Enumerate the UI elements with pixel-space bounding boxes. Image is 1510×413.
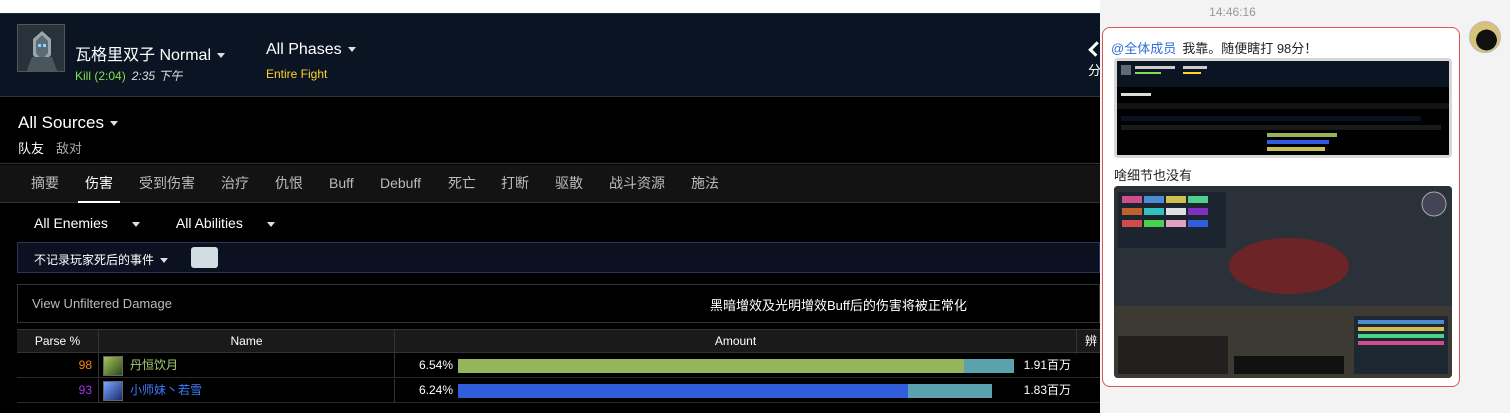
chevron-down-icon <box>347 47 356 53</box>
fight-title: 瓦格里双子 Normal <box>75 47 212 64</box>
screen: 瓦格里双子 Normal Kill (2:04) 2:35 下午 All Phas… <box>0 0 1510 413</box>
fight-selector[interactable]: 瓦格里双子 Normal <box>75 41 226 65</box>
damage-amount: 1.91百万 <box>1023 358 1071 372</box>
source-title: All Sources <box>18 113 104 132</box>
damage-percent: 6.54% <box>418 358 453 372</box>
tab-deaths[interactable]: 死亡 <box>448 165 476 203</box>
kill-time: 2:35 下午 <box>131 69 183 83</box>
player-name[interactable]: 小师妹丶若雪 <box>130 379 202 402</box>
game-thumbnail-art <box>1114 186 1452 378</box>
message-text: @全体成员 我靠。随便瞎打 98分！ <box>1111 38 1317 57</box>
chevron-down-icon <box>131 221 140 227</box>
kill-duration: Kill (2:04) <box>75 69 126 83</box>
message-body: 我靠。随便瞎打 98分！ <box>1182 41 1318 56</box>
enemy-toggle[interactable]: 敌对 <box>56 141 82 156</box>
tab-dispels[interactable]: 驱散 <box>555 165 583 203</box>
source-selector[interactable]: All Sources <box>18 113 118 133</box>
tab-resources[interactable]: 战斗资源 <box>609 165 665 203</box>
filter-row: All Enemies All Abilities <box>34 215 311 231</box>
screenshot-thumbnail-game[interactable] <box>1114 186 1452 378</box>
damage-bar-extra <box>908 384 992 398</box>
message-timestamp: 14:46:16 <box>1209 5 1256 19</box>
tab-interrupts[interactable]: 打断 <box>501 165 529 203</box>
damage-percent: 6.24% <box>418 383 453 397</box>
abilities-filter[interactable]: All Abilities <box>176 215 293 231</box>
spec-icon <box>103 356 123 376</box>
tab-damage[interactable]: 伤害 <box>78 165 120 203</box>
tab-damage-taken[interactable]: 受到伤害 <box>139 165 195 203</box>
avatar[interactable] <box>1469 21 1501 53</box>
enemies-filter-label: All Enemies <box>34 215 108 231</box>
message-bubble[interactable]: @全体成员 我靠。随便瞎打 98分！ 啥细节也没有 <box>1102 27 1460 387</box>
top-strip <box>0 0 1100 13</box>
column-name[interactable]: Name <box>99 330 395 354</box>
damage-amount: 1.83百万 <box>1023 383 1071 397</box>
screenshot-thumbnail-report[interactable] <box>1114 58 1452 158</box>
parse-value: 98 <box>17 354 99 378</box>
table-row[interactable]: 98 丹恒饮月 6.54% 1.91百万 <box>17 354 1100 378</box>
boss-portrait <box>17 24 65 72</box>
damage-table: Parse % Name Amount 辨 98 丹恒饮月 6.54% 1.91… <box>17 329 1100 413</box>
table-header: Parse % Name Amount 辨 <box>17 329 1100 354</box>
tab-casts[interactable]: 施法 <box>691 165 719 203</box>
player-name[interactable]: 丹恒饮月 <box>130 354 178 377</box>
view-unfiltered-link[interactable]: View Unfiltered Damage <box>32 296 172 311</box>
chat-panel: 14:46:16 @全体成员 我靠。随便瞎打 98分！ 啥细节也没有 <box>1100 0 1510 413</box>
tab-summary[interactable]: 摘要 <box>31 165 59 203</box>
report-panel: 瓦格里双子 Normal Kill (2:04) 2:35 下午 All Phas… <box>0 0 1100 413</box>
kill-info: Kill (2:04) 2:35 下午 <box>75 67 182 84</box>
normalization-notice: 黑暗增效及光明增效Buff后的伤害将被正常化 <box>710 298 967 313</box>
options-toggle[interactable] <box>191 247 218 268</box>
boss-portrait-art <box>18 25 64 71</box>
abilities-filter-label: All Abilities <box>175 215 243 231</box>
chevron-down-icon <box>160 258 169 264</box>
damage-bar-main <box>458 384 909 398</box>
parse-value: 93 <box>17 379 99 403</box>
enemies-filter[interactable]: All Enemies <box>34 215 158 231</box>
source-toggle: 队友 敌对 <box>18 138 94 157</box>
death-events-dropdown[interactable]: 不记录玩家死后的事件 <box>34 251 169 268</box>
sources-section: All Sources 队友 敌对 <box>0 96 1100 164</box>
mention-all[interactable]: @全体成员 <box>1111 41 1176 56</box>
table-row[interactable]: 93 小师妹丶若雪 6.24% 1.83百万 <box>17 379 1100 403</box>
phase-title: All Phases <box>266 41 342 58</box>
phase-selector[interactable]: All Phases <box>266 41 356 59</box>
column-extra[interactable]: 辨 <box>1077 330 1100 354</box>
tab-healing[interactable]: 治疗 <box>221 165 249 203</box>
tab-threat[interactable]: 仇恨 <box>275 165 303 203</box>
tab-debuffs[interactable]: Debuff <box>380 165 421 203</box>
chevron-down-icon <box>217 53 226 59</box>
damage-bar <box>458 384 1014 398</box>
chevron-down-icon <box>266 221 275 227</box>
damage-bar-extra <box>963 359 1014 373</box>
options-bar: 不记录玩家死后的事件 <box>17 242 1100 273</box>
report-thumbnail-art <box>1117 61 1449 155</box>
column-parse[interactable]: Parse % <box>17 330 99 354</box>
damage-bar-main <box>458 359 964 373</box>
friendly-toggle[interactable]: 队友 <box>18 141 44 156</box>
message-caption: 啥细节也没有 <box>1114 168 1193 183</box>
column-amount[interactable]: Amount <box>395 330 1077 354</box>
spec-icon <box>103 381 123 401</box>
chevron-down-icon <box>109 121 118 127</box>
tab-bar: 摘要 伤害 受到伤害 治疗 仇恨 Buff Debuff 死亡 打断 驱散 战斗… <box>0 165 1100 203</box>
damage-bar <box>458 359 1014 373</box>
unfiltered-bar: View Unfiltered Damage 黑暗增效及光明增效Buff后的伤害… <box>17 284 1100 323</box>
share-label[interactable]: 分 <box>1088 60 1100 79</box>
tab-buffs[interactable]: Buff <box>329 165 354 203</box>
death-events-label: 不记录玩家死后的事件 <box>34 253 155 267</box>
phase-subtitle: Entire Fight <box>266 67 328 81</box>
name-cell: 小师妹丶若雪 <box>99 379 395 403</box>
name-cell: 丹恒饮月 <box>99 354 395 378</box>
